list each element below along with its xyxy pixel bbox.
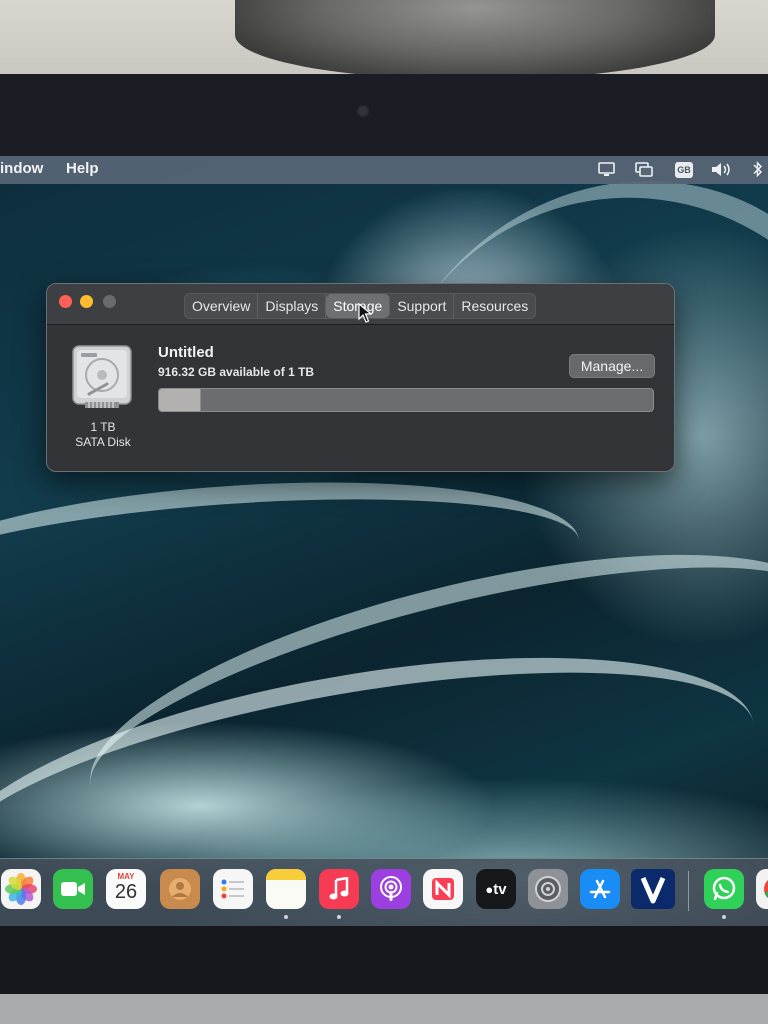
news-icon[interactable] [423,869,463,909]
tab-overview[interactable]: Overview [185,294,259,318]
running-indicator [337,915,341,919]
input-source-badge[interactable]: GB [675,162,693,178]
music-icon[interactable] [319,869,359,909]
disk-capacity: 1 TB [90,420,116,434]
menu-window[interactable]: indow [0,160,43,177]
mouse-cursor-icon [358,303,372,323]
volume-name: Untitled [158,344,214,361]
window-titlebar: Overview Displays Storage Support Resour… [47,284,674,325]
zoom-button[interactable] [103,295,116,308]
photos-icon[interactable] [1,869,41,909]
running-indicator [722,915,726,919]
desktop-wallpaper [0,156,768,926]
dock-divider [688,871,689,911]
manage-button[interactable]: Manage... [569,354,655,378]
tab-resources[interactable]: Resources [454,294,535,318]
volume-available-text: 916.32 GB available of 1 TB [158,365,315,379]
bluetooth-icon[interactable] [752,161,764,178]
appletv-label: tv [493,880,507,898]
display-icon[interactable] [598,162,615,177]
v-app-icon[interactable] [631,869,675,909]
disk-type: SATA Disk [75,435,131,449]
menu-help[interactable]: Help [66,160,99,177]
calendar-day: 26 [114,881,138,903]
about-this-mac-window: Overview Displays Storage Support Resour… [46,283,675,472]
tab-displays[interactable]: Displays [258,294,327,318]
whatsapp-icon[interactable] [704,869,744,909]
monitor-bottom-bezel [0,926,768,1024]
menu-bar: indow Help GB [0,156,768,184]
volume-icon[interactable] [711,162,733,177]
facetime-icon[interactable] [53,869,93,909]
close-button[interactable] [59,295,72,308]
monitor-chin [0,994,768,1024]
running-indicator [284,915,288,919]
tab-support[interactable]: Support [390,294,455,318]
dock: MAY 26 ● tv [0,858,768,927]
camera-icon [356,104,370,118]
reminders-icon[interactable] [213,869,253,909]
monitor-bezel [0,74,768,164]
minimize-button[interactable] [80,295,93,308]
hard-disk-icon [72,345,132,408]
system-settings-icon[interactable] [528,869,568,909]
appletv-icon[interactable]: ● tv [476,869,516,909]
app-store-icon[interactable] [580,869,620,909]
notes-icon[interactable] [266,869,306,909]
screen-mirroring-icon[interactable] [635,162,653,177]
storage-used-segment [159,389,202,411]
calendar-month: MAY [117,872,135,881]
contacts-icon[interactable] [160,869,200,909]
chrome-icon[interactable] [756,869,768,909]
disk-size-label: 1 TB SATA Disk [61,420,145,450]
podcasts-icon[interactable] [371,869,411,909]
storage-usage-bar [158,388,654,412]
calendar-icon[interactable]: MAY 26 [106,869,146,909]
